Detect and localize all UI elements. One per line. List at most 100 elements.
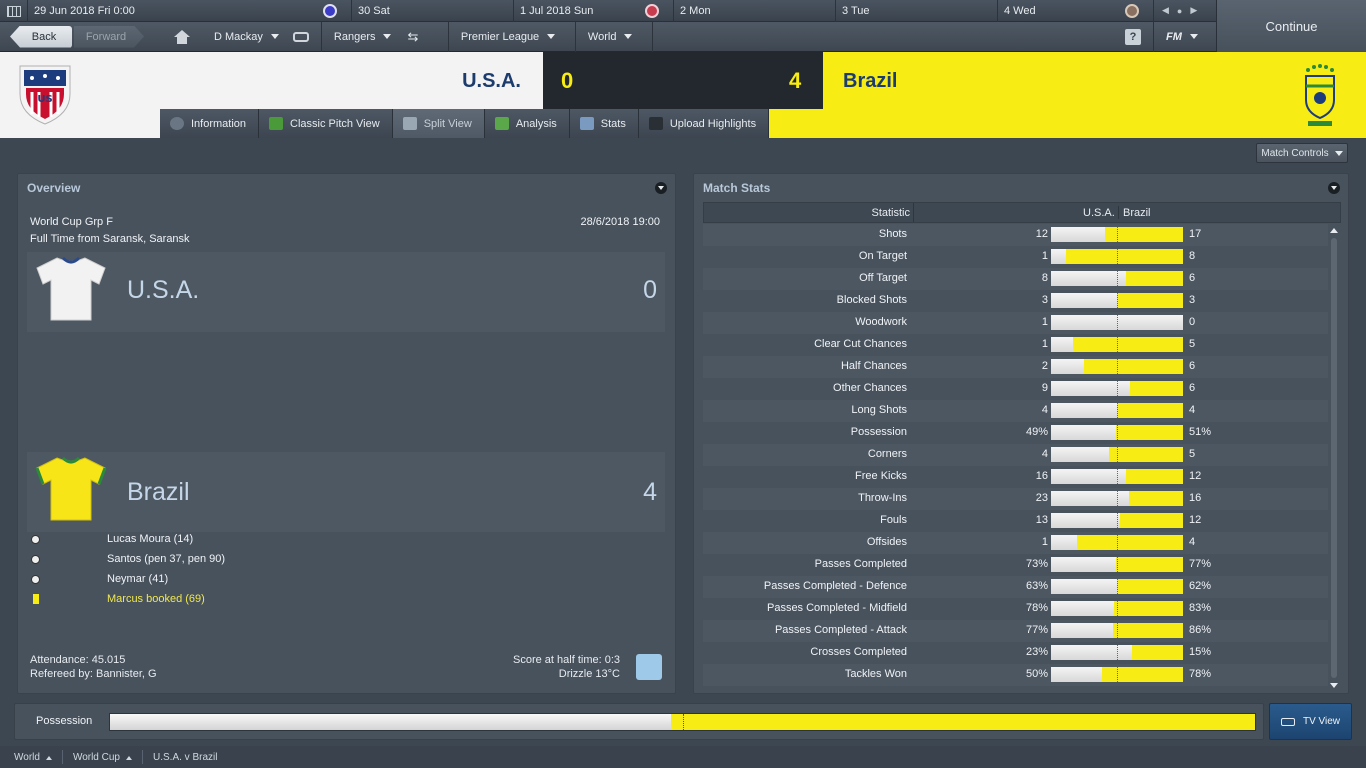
stat-row[interactable]: Possession 49% 51% xyxy=(703,422,1328,444)
calendar-icon[interactable] xyxy=(0,0,28,22)
calendar-day[interactable]: 4 Wed xyxy=(998,0,1154,22)
stat-home-value: 23 xyxy=(1035,492,1048,504)
stat-row[interactable]: On Target 1 8 xyxy=(703,246,1328,268)
stat-row[interactable]: Shots 12 17 xyxy=(703,224,1328,246)
back-button[interactable]: Back xyxy=(10,25,72,48)
stat-away-value: 8 xyxy=(1189,250,1196,262)
stat-home-fill xyxy=(1051,601,1114,616)
home-team-label[interactable]: U.S.A. xyxy=(127,276,199,305)
stat-home-value: 9 xyxy=(1041,382,1048,394)
world-menu[interactable]: World xyxy=(576,22,652,52)
inbox-icon[interactable] xyxy=(292,31,309,42)
calendar-day[interactable]: 3 Tue xyxy=(836,0,998,22)
half-time-score: Score at half time: 0:3 xyxy=(513,654,620,666)
help-button[interactable]: ? xyxy=(1113,22,1153,52)
scrollbar-thumb[interactable] xyxy=(1331,238,1337,678)
home-team-name[interactable]: U.S.A. xyxy=(462,70,521,93)
home-button[interactable] xyxy=(162,22,202,52)
column-header-statistic[interactable]: Statistic xyxy=(871,207,910,219)
fm-menu[interactable]: FM xyxy=(1154,22,1216,52)
stat-row[interactable]: Corners 4 5 xyxy=(703,444,1328,466)
tab-upload-highlights[interactable]: Upload Highlights xyxy=(638,109,770,138)
competition-name[interactable]: World Cup Grp F xyxy=(30,216,113,228)
stat-away-value: 3 xyxy=(1189,294,1196,306)
tab-stats[interactable]: Stats xyxy=(569,109,639,138)
stat-row[interactable]: Crosses Completed 23% 15% xyxy=(703,642,1328,664)
stat-row[interactable]: Throw-Ins 23 16 xyxy=(703,488,1328,510)
tab-split-view[interactable]: Split View xyxy=(392,109,485,138)
stat-home-value: 2 xyxy=(1041,360,1048,372)
today-icon[interactable]: ● xyxy=(1177,6,1182,16)
stat-away-value: 0 xyxy=(1189,316,1196,328)
tab-analysis[interactable]: Analysis xyxy=(484,109,570,138)
scroll-up-icon[interactable] xyxy=(1330,228,1338,233)
fixture-marker-icon xyxy=(1125,4,1139,18)
calendar-day[interactable]: 2 Mon xyxy=(674,0,836,22)
away-team-name[interactable]: Brazil xyxy=(843,70,897,93)
stat-row[interactable]: Fouls 13 12 xyxy=(703,510,1328,532)
stat-row[interactable]: Passes Completed - Attack 77% 86% xyxy=(703,620,1328,642)
stat-row[interactable]: Long Shots 4 4 xyxy=(703,400,1328,422)
stat-name: Throw-Ins xyxy=(858,492,907,504)
calendar-day[interactable]: 1 Jul 2018 Sun xyxy=(514,0,674,22)
stat-comparison-bar xyxy=(1051,359,1183,374)
panel-menu-icon[interactable] xyxy=(1328,182,1340,194)
stats-table-body[interactable]: Shots 12 17 On Target 1 8 Off Target 8 6 Blocked … xyxy=(703,224,1328,691)
calendar-navigation[interactable]: ◀ ● ▶ xyxy=(1154,0,1197,21)
continue-button[interactable]: Continue xyxy=(1216,0,1366,52)
stat-home-fill xyxy=(1051,403,1117,418)
stat-row[interactable]: Passes Completed - Defence 63% 62% xyxy=(703,576,1328,598)
scorer-link[interactable]: Santos (pen 37, pen 90) xyxy=(107,553,225,565)
chevron-up-icon xyxy=(45,755,52,760)
forward-button[interactable]: Forward xyxy=(74,26,144,48)
brazil-shirt-icon xyxy=(35,456,107,521)
panel-menu-icon[interactable] xyxy=(655,182,667,194)
stat-row[interactable]: Woodwork 1 0 xyxy=(703,312,1328,334)
next-icon[interactable]: ▶ xyxy=(1190,5,1197,16)
breadcrumb-item[interactable]: World Cup xyxy=(73,752,132,763)
tab-classic-pitch-view[interactable]: Classic Pitch View xyxy=(259,109,393,138)
stat-row[interactable]: Passes Completed - Midfield 78% 83% xyxy=(703,598,1328,620)
match-controls-button[interactable]: Match Controls xyxy=(1256,143,1348,163)
stat-row[interactable]: Tackles Won 50% 78% xyxy=(703,664,1328,686)
prev-icon[interactable]: ◀ xyxy=(1162,5,1169,16)
booked-player-link[interactable]: Marcus booked (69) xyxy=(107,593,205,605)
scroll-down-icon[interactable] xyxy=(1330,683,1338,688)
calendar-day[interactable]: 29 Jun 2018 Fri 0:00 xyxy=(28,0,352,22)
stat-row[interactable]: Other Chances 9 6 xyxy=(703,378,1328,400)
stat-home-value: 1 xyxy=(1041,316,1048,328)
scorer-link[interactable]: Neymar (41) xyxy=(107,573,168,585)
league-menu[interactable]: Premier League xyxy=(449,22,575,52)
tv-view-button[interactable]: TV View xyxy=(1269,703,1352,740)
club-menu[interactable]: Rangers ⇆ xyxy=(322,22,448,52)
away-team-label[interactable]: Brazil xyxy=(127,478,190,507)
stat-home-value: 4 xyxy=(1041,448,1048,460)
stat-row[interactable]: Passes Completed 73% 77% xyxy=(703,554,1328,576)
stat-name: Woodwork xyxy=(855,316,907,328)
stats-scrollbar[interactable] xyxy=(1330,228,1338,688)
stat-midline xyxy=(1117,601,1118,616)
stat-row[interactable]: Clear Cut Chances 1 5 xyxy=(703,334,1328,356)
ball-icon xyxy=(31,555,40,564)
swap-icon[interactable]: ⇆ xyxy=(407,29,418,45)
column-header-away[interactable]: Brazil xyxy=(1123,207,1151,219)
manager-menu[interactable]: D Mackay xyxy=(202,22,321,52)
stat-row[interactable]: Blocked Shots 3 3 xyxy=(703,290,1328,312)
away-team-row: Brazil 4 xyxy=(27,452,665,532)
stat-midline xyxy=(1117,535,1118,550)
stat-row[interactable]: Offsides 1 4 xyxy=(703,532,1328,554)
stat-name: Corners xyxy=(867,448,907,460)
referee[interactable]: Refereed by: Bannister, G xyxy=(30,668,157,680)
match-stats-panel: Match Stats Statistic U.S.A. Brazil Shot… xyxy=(693,173,1349,694)
tab-information[interactable]: Information xyxy=(160,109,260,138)
scorer-link[interactable]: Lucas Moura (14) xyxy=(107,533,193,545)
column-header-home[interactable]: U.S.A. xyxy=(1083,207,1115,219)
stat-row[interactable]: Off Target 8 6 xyxy=(703,268,1328,290)
stat-row[interactable]: Free Kicks 16 12 xyxy=(703,466,1328,488)
breadcrumb-item[interactable]: World xyxy=(14,752,52,763)
chevron-down-icon xyxy=(624,34,633,39)
breadcrumb-item[interactable]: U.S.A. v Brazil xyxy=(153,752,217,763)
calendar-day[interactable]: 30 Sat xyxy=(352,0,514,22)
stat-row[interactable]: Half Chances 2 6 xyxy=(703,356,1328,378)
stat-name: Passes Completed - Attack xyxy=(774,624,907,636)
